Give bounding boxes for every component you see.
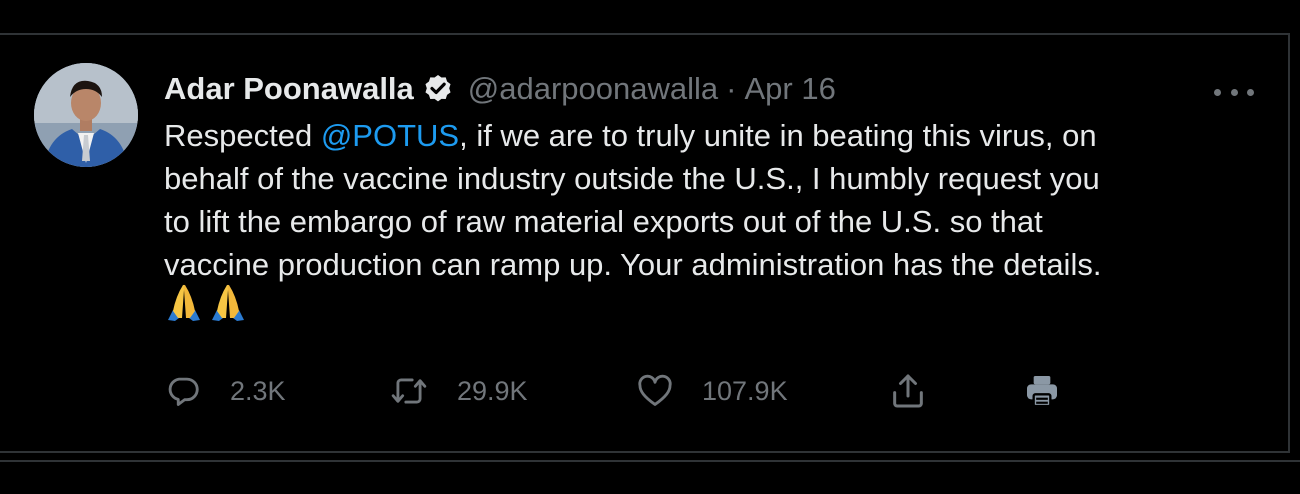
reply-button[interactable]: 2.3K: [164, 370, 286, 412]
like-icon: [638, 374, 672, 406]
more-options-icon[interactable]: [1214, 85, 1254, 99]
emoji-row: 🙏 🙏: [164, 282, 248, 322]
reply-count: 2.3K: [230, 375, 286, 406]
mention-link[interactable]: @POTUS: [321, 118, 459, 153]
folded-hands-emoji: 🙏: [208, 282, 244, 321]
tweet-date[interactable]: Apr 16: [745, 71, 836, 107]
folded-hands-emoji: 🙏: [164, 282, 200, 321]
retweet-count: 29.9K: [457, 375, 528, 406]
text-segment: , if we are to truly unite in beating th…: [459, 118, 1097, 153]
more-dot: [1230, 88, 1238, 96]
header-separator: ·: [726, 71, 737, 106]
tweet-text-line: vaccine production can ramp up. Your adm…: [164, 247, 1102, 282]
tweet-text-line: to lift the embargo of raw material expo…: [164, 204, 1043, 239]
retweet-icon: [391, 378, 427, 404]
author-name[interactable]: Adar Poonawalla: [164, 71, 414, 107]
retweet-button[interactable]: 29.9K: [389, 370, 528, 412]
share-button[interactable]: [888, 370, 928, 412]
share-icon: [893, 374, 923, 408]
author-handle[interactable]: @adarpoonawalla: [468, 71, 718, 107]
tweet-text-line: behalf of the vaccine industry outside t…: [164, 161, 1100, 196]
text-segment: Respected: [164, 118, 321, 153]
tweet-header: Adar Poonawalla @adarpoonawalla · Apr 16: [164, 69, 836, 109]
verified-badge-icon: [425, 75, 451, 102]
emoji-glyph: 🙏: [164, 282, 166, 283]
more-dot: [1247, 88, 1254, 96]
print-icon: [1027, 376, 1057, 408]
more-dot: [1214, 88, 1221, 96]
like-count: 107.9K: [702, 375, 788, 406]
reply-icon: [168, 377, 199, 406]
avatar[interactable]: [34, 63, 138, 167]
tweet-text-line: Respected @POTUS, if we are to truly uni…: [164, 114, 1264, 157]
like-button[interactable]: 107.9K: [636, 370, 788, 412]
avatar-image: [34, 63, 138, 167]
tweet-card[interactable]: Adar Poonawalla @adarpoonawalla · Apr 16…: [0, 33, 1290, 453]
next-tweet-divider: [0, 460, 1300, 494]
emoji-glyph: 🙏: [208, 282, 210, 283]
print-button[interactable]: [1022, 370, 1062, 412]
tweet-text: Respected @POTUS, if we are to truly uni…: [164, 114, 1264, 286]
